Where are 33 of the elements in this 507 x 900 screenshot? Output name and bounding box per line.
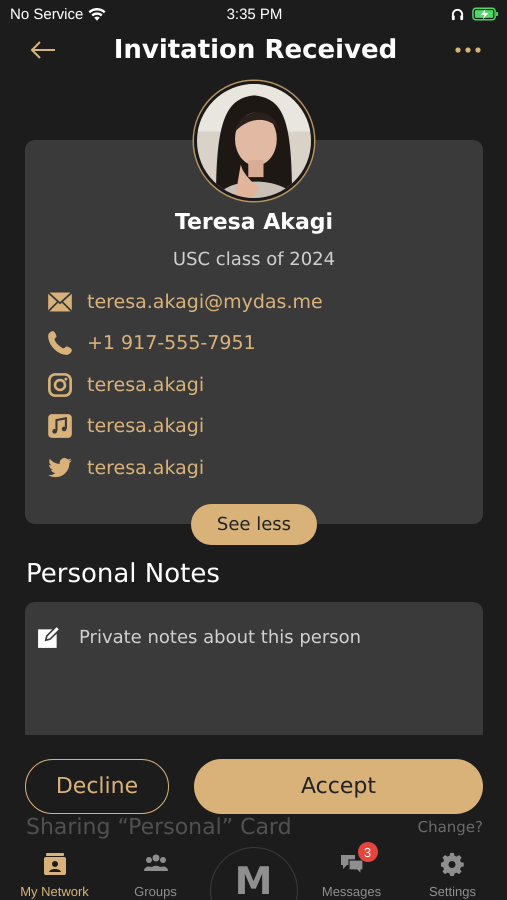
screen-title: Invitation Received <box>114 35 398 65</box>
notes-field[interactable]: Private notes about this person <box>25 602 483 735</box>
contact-card-icon <box>42 852 66 876</box>
accept-button[interactable]: Accept <box>194 759 483 814</box>
headphones-icon <box>451 8 464 20</box>
tab[interactable]: Groups <box>108 840 204 899</box>
contact-link[interactable]: teresa.akagi <box>87 415 204 438</box>
notification-badge: 3 <box>358 842 378 862</box>
contact-link[interactable]: teresa.akagi@mydas.me <box>87 290 323 313</box>
music-note-icon <box>47 413 73 440</box>
instagram-icon <box>47 372 73 398</box>
settings-icon <box>440 852 464 876</box>
decline-button[interactable]: Decline <box>25 759 169 814</box>
contact-link[interactable]: +1 917-555-7951 <box>87 332 256 354</box>
more-icon <box>455 47 481 53</box>
contact-link[interactable]: teresa.akagi <box>87 456 204 479</box>
person-name: Teresa Akagi <box>174 210 334 235</box>
section-heading: Personal Notes <box>26 559 221 589</box>
clock: 3:35 PM <box>226 6 282 22</box>
carrier-label: No Service <box>10 6 84 22</box>
tab[interactable]: My Network <box>6 840 102 899</box>
notes-placeholder: Private notes about this person <box>79 626 362 648</box>
logo-button[interactable]: M <box>210 847 298 900</box>
person-subtitle: USC class of 2024 <box>172 249 336 270</box>
edit-icon <box>37 625 61 649</box>
contact-link[interactable]: teresa.akagi <box>87 374 204 396</box>
back-arrow-icon <box>30 40 56 60</box>
phone-icon <box>47 330 73 356</box>
tab[interactable]: 3 Messages <box>304 840 400 899</box>
tab[interactable]: Settings <box>404 840 500 899</box>
change-link[interactable]: Change? <box>418 818 483 836</box>
see-less-button[interactable]: See less <box>191 504 317 545</box>
wifi-icon <box>88 7 106 21</box>
